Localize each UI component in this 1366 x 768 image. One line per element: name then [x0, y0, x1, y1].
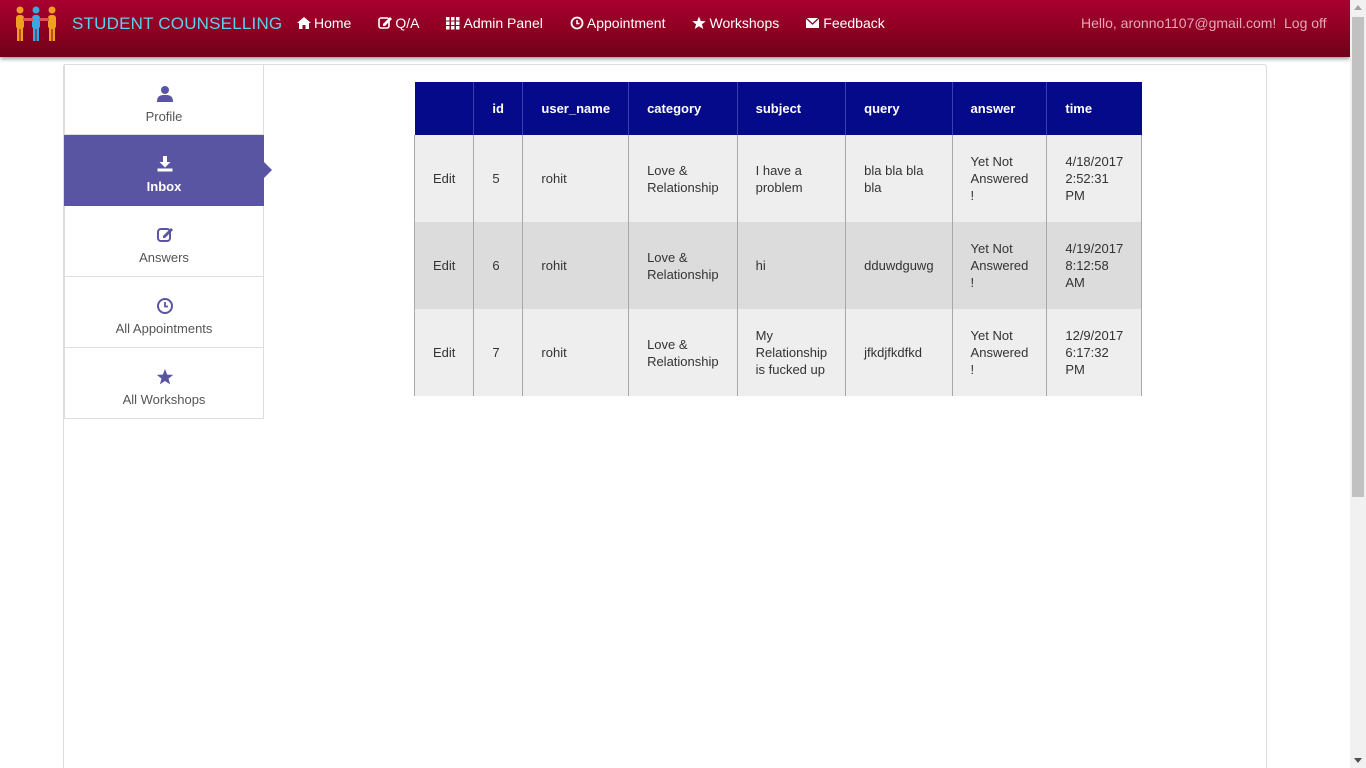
user-icon — [157, 86, 173, 102]
cell-action: Edit — [413, 135, 475, 222]
sidebar-item-profile[interactable]: Profile — [64, 64, 264, 135]
nav-admin-panel[interactable]: Admin Panel — [445, 14, 543, 32]
sidebar-item-all-workshops[interactable]: All Workshops — [64, 348, 264, 419]
table-header-row: id user_name category subject query answ… — [414, 82, 1142, 135]
brand[interactable]: STUDENT COUNSELLING — [12, 6, 282, 42]
nav-workshops-label: Workshops — [709, 15, 780, 31]
inbox-table: id user_name category subject query answ… — [413, 82, 1143, 396]
star-icon — [156, 369, 174, 385]
cell-time: 12/9/2017 6:17:32 PM — [1046, 309, 1143, 396]
sidebar-item-label: Inbox — [146, 179, 182, 194]
cell-answer: Yet Not Answered ! — [952, 309, 1048, 396]
user-greeting[interactable]: Hello, aronno1107@gmail.com! — [1081, 15, 1276, 31]
nav-qa-label: Q/A — [395, 15, 420, 31]
cell-id: 6 — [473, 222, 524, 309]
cell-category: Love & Relationship — [628, 135, 738, 222]
nav-workshops[interactable]: Workshops — [691, 14, 779, 32]
nav-appointment-label: Appointment — [586, 15, 666, 31]
grid-icon — [446, 17, 460, 30]
header-action — [414, 82, 475, 135]
cell-subject: hi — [737, 222, 847, 309]
sidebar-item-label: All Workshops — [122, 392, 206, 407]
cell-answer: Yet Not Answered ! — [952, 135, 1048, 222]
sidebar-item-answers[interactable]: Answers — [64, 206, 264, 277]
clock-icon — [570, 16, 584, 30]
header-answer[interactable]: answer — [952, 82, 1048, 135]
header-subject[interactable]: subject — [737, 82, 847, 135]
nav-home[interactable]: Home — [296, 14, 351, 32]
cell-query: jfkdjfkdfkd — [845, 309, 953, 396]
cell-time: 4/19/2017 8:12:58 AM — [1046, 222, 1143, 309]
cell-time: 4/18/2017 2:52:31 PM — [1046, 135, 1143, 222]
edit-link[interactable]: Edit — [433, 345, 455, 360]
cell-action: Edit — [413, 222, 475, 309]
nav-feedback-label: Feedback — [823, 15, 885, 31]
cell-query: bla bla bla bla — [845, 135, 953, 222]
brand-title: STUDENT COUNSELLING — [72, 14, 283, 33]
scroll-thumb[interactable] — [1352, 17, 1364, 497]
scroll-down-arrow-icon[interactable] — [1354, 758, 1362, 763]
sidebar-item-all-appointments[interactable]: All Appointments — [64, 277, 264, 348]
top-navbar: STUDENT COUNSELLING Home Q/A Admin Panel… — [0, 0, 1350, 57]
cell-user-name: rohit — [522, 135, 630, 222]
header-user-name[interactable]: user_name — [522, 82, 630, 135]
cell-category: Love & Relationship — [628, 309, 738, 396]
cell-user-name: rohit — [522, 309, 630, 396]
cell-answer: Yet Not Answered ! — [952, 222, 1048, 309]
table-row: Edit 7 rohit Love & Relationship My Rela… — [413, 309, 1143, 396]
sidebar-item-label: Answers — [139, 250, 189, 265]
sidebar-item-label: All Appointments — [115, 321, 213, 336]
page-scrollbar[interactable] — [1350, 0, 1366, 768]
header-id[interactable]: id — [473, 82, 524, 135]
cell-user-name: rohit — [522, 222, 630, 309]
sidebar-item-inbox[interactable]: Inbox — [64, 135, 272, 206]
star-icon — [692, 16, 707, 29]
nav-qa[interactable]: Q/A — [377, 14, 419, 32]
table-row: Edit 5 rohit Love & Relationship I have … — [413, 135, 1143, 222]
nav-appointment[interactable]: Appointment — [569, 14, 666, 32]
header-category[interactable]: category — [628, 82, 738, 135]
table-row: Edit 6 rohit Love & Relationship hi dduw… — [413, 222, 1143, 309]
cell-query: dduwdguwg — [845, 222, 953, 309]
sidebar-item-label: Profile — [145, 109, 183, 124]
edit-icon — [378, 17, 393, 29]
clock-icon — [157, 298, 173, 314]
download-icon — [157, 156, 173, 172]
nav-feedback[interactable]: Feedback — [805, 14, 885, 32]
envelope-icon — [805, 17, 820, 28]
edit-link[interactable]: Edit — [433, 171, 455, 186]
header-query[interactable]: query — [845, 82, 953, 135]
nav-home-label: Home — [314, 15, 352, 31]
cell-category: Love & Relationship — [628, 222, 738, 309]
home-icon — [297, 17, 311, 29]
logoff-link[interactable]: Log off — [1284, 15, 1327, 31]
cell-id: 7 — [473, 309, 524, 396]
cell-id: 5 — [473, 135, 524, 222]
nav-admin-label: Admin Panel — [463, 15, 543, 31]
sidebar: Profile Inbox Answers All Appointments A… — [64, 64, 272, 419]
edit-icon — [157, 228, 173, 242]
main-nav: Home Q/A Admin Panel Appointment Worksho… — [296, 14, 911, 32]
header-time[interactable]: time — [1046, 82, 1142, 135]
edit-link[interactable]: Edit — [433, 258, 455, 273]
scroll-up-arrow-icon[interactable] — [1354, 5, 1362, 10]
cell-subject: I have a problem — [737, 135, 847, 222]
cell-action: Edit — [413, 309, 475, 396]
people-logo-icon — [16, 6, 56, 41]
cell-subject: My Relationship is fucked up — [737, 309, 847, 396]
